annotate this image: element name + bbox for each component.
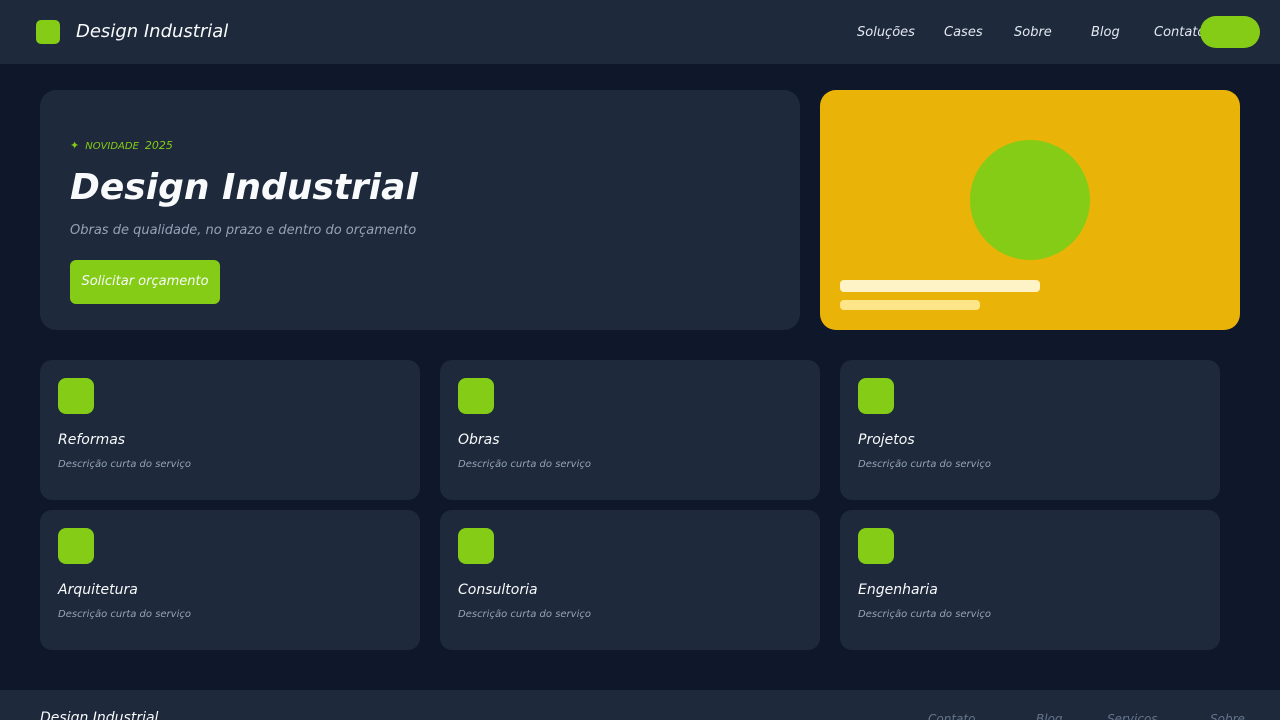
- hero-subtitle: Obras de qualidade, no prazo e dentro do…: [70, 223, 417, 238]
- service-description: Descrição curta do serviço: [58, 459, 191, 470]
- service-card-projetos[interactable]: Projetos Descrição curta do serviço: [840, 360, 1220, 500]
- illustration-text-line: [840, 300, 980, 310]
- nav-link-cases[interactable]: Cases: [944, 24, 983, 42]
- service-icon: [58, 378, 94, 414]
- footer-link-blog[interactable]: Blog: [1036, 711, 1063, 720]
- nav-link-blog[interactable]: Blog: [1091, 24, 1120, 42]
- sparkle-icon: ✦: [70, 139, 80, 152]
- service-icon: [858, 378, 894, 414]
- footer-brand: Design Industrial: [40, 710, 159, 720]
- footer-link-servicos[interactable]: Serviços: [1107, 711, 1158, 720]
- service-icon: [858, 528, 894, 564]
- hero-illustration: [820, 90, 1240, 330]
- nav-link-solucoes[interactable]: Soluções: [857, 24, 915, 42]
- service-description: Descrição curta do serviço: [858, 609, 991, 620]
- service-card-consultoria[interactable]: Consultoria Descrição curta do serviço: [440, 510, 820, 650]
- brand-name[interactable]: Design Industrial: [76, 19, 228, 45]
- service-card-reformas[interactable]: Reformas Descrição curta do serviço: [40, 360, 420, 500]
- footer-link-sobre[interactable]: Sobre: [1210, 711, 1245, 720]
- service-title: Consultoria: [458, 582, 538, 598]
- badge-year: 2025: [144, 139, 173, 152]
- service-title: Projetos: [858, 432, 915, 448]
- service-title: Arquitetura: [58, 582, 138, 598]
- hero-panel: ✦ NOVIDADE 2025 Design Industrial Obras de…: [40, 90, 800, 330]
- service-description: Descrição curta do serviço: [858, 459, 991, 470]
- header-cta-button[interactable]: [1200, 16, 1260, 48]
- hero-title: Design Industrial: [70, 167, 418, 208]
- request-quote-button[interactable]: Solicitar orçamento: [70, 260, 220, 304]
- service-title: Obras: [458, 432, 500, 448]
- service-description: Descrição curta do serviço: [58, 609, 191, 620]
- service-description: Descrição curta do serviço: [458, 609, 591, 620]
- service-icon: [458, 528, 494, 564]
- illustration-text-line: [840, 280, 1040, 292]
- service-title: Engenharia: [858, 582, 938, 598]
- illustration-circle: [970, 140, 1090, 260]
- service-icon: [58, 528, 94, 564]
- nav-link-contato[interactable]: Contato: [1154, 24, 1205, 42]
- service-card-arquitetura[interactable]: Arquitetura Descrição curta do serviço: [40, 510, 420, 650]
- logo-icon[interactable]: [36, 20, 60, 44]
- service-icon: [458, 378, 494, 414]
- footer: Design Industrial Contato Blog Serviços …: [0, 690, 1280, 720]
- top-navigation-bar: Design Industrial Soluções Cases Sobre B…: [0, 0, 1280, 64]
- service-card-obras[interactable]: Obras Descrição curta do serviço: [440, 360, 820, 500]
- new-badge: ✦ NOVIDADE 2025: [70, 139, 173, 154]
- service-title: Reformas: [58, 432, 126, 448]
- nav-link-sobre[interactable]: Sobre: [1014, 24, 1052, 42]
- service-description: Descrição curta do serviço: [458, 459, 591, 470]
- footer-link-contato[interactable]: Contato: [928, 711, 975, 720]
- badge-label: NOVIDADE: [85, 141, 139, 152]
- service-card-engenharia[interactable]: Engenharia Descrição curta do serviço: [840, 510, 1220, 650]
